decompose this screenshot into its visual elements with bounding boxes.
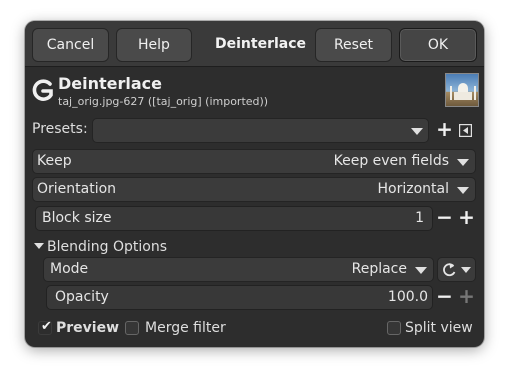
image-thumbnail [445, 73, 479, 107]
mode-value: Replace [351, 261, 407, 277]
opacity-increment-button[interactable]: + [456, 286, 477, 308]
cancel-button[interactable]: Cancel [32, 28, 109, 62]
chevron-down-icon [415, 267, 427, 274]
keep-value: Keep even fields [333, 153, 449, 169]
opacity-label: Opacity [55, 289, 109, 305]
operation-subtitle: taj_orig.jpg-627 ([taj_orig] (imported)) [58, 95, 269, 108]
opacity-value: 100.0 [387, 289, 428, 305]
chevron-down-icon [411, 128, 423, 135]
merge-filter-label[interactable]: Merge filter [145, 320, 226, 336]
merge-filter-checkbox[interactable] [125, 321, 139, 335]
orientation-combo[interactable]: Orientation Horizontal [32, 177, 476, 202]
composite-mode-button[interactable] [437, 257, 476, 282]
keep-label: Keep [37, 153, 72, 169]
orientation-label: Orientation [37, 181, 117, 197]
keep-combo[interactable]: Keep Keep even fields [32, 149, 476, 174]
chevron-down-icon [457, 187, 469, 194]
help-button[interactable]: Help [116, 28, 192, 62]
mode-label: Mode [50, 261, 89, 277]
orientation-value: Horizontal [377, 181, 449, 197]
preview-label[interactable]: Preview [56, 320, 119, 336]
presets-menu-icon[interactable] [459, 124, 472, 137]
preview-checkbox[interactable]: ✔ [38, 319, 52, 335]
deinterlace-dialog: Cancel Help Deinterlace Reset OK Deinter… [25, 21, 484, 347]
header-bar: Cancel Help Deinterlace Reset OK [25, 21, 484, 67]
block-size-decrement-button[interactable]: − [434, 207, 455, 229]
expander-down-icon[interactable] [34, 243, 44, 249]
opacity-decrement-button[interactable]: − [434, 286, 455, 308]
block-size-value: 1 [415, 210, 424, 226]
block-size-label: Block size [42, 210, 112, 226]
operation-title: Deinterlace [58, 74, 163, 93]
dialog-title: Deinterlace [215, 36, 307, 52]
split-view-checkbox[interactable] [387, 321, 401, 335]
block-size-increment-button[interactable]: + [456, 207, 477, 229]
reset-button[interactable]: Reset [315, 28, 392, 62]
opacity-spinscale[interactable]: Opacity 100.0 [46, 285, 433, 310]
block-size-spinscale[interactable]: Block size 1 [35, 206, 433, 231]
blending-options-expander[interactable]: Blending Options [47, 239, 167, 255]
mode-combo[interactable]: Mode Replace [43, 257, 434, 282]
checkmark-icon: ✔ [41, 319, 52, 334]
chevron-down-icon [461, 267, 471, 273]
gegl-logo-icon [32, 79, 53, 101]
split-view-label[interactable]: Split view [405, 320, 473, 336]
ok-button[interactable]: OK [399, 28, 477, 62]
chevron-down-icon [457, 159, 469, 166]
add-preset-icon[interactable]: + [434, 119, 455, 141]
rotate-icon [443, 263, 456, 277]
presets-combo[interactable] [92, 118, 429, 143]
presets-label: Presets: [32, 121, 88, 137]
